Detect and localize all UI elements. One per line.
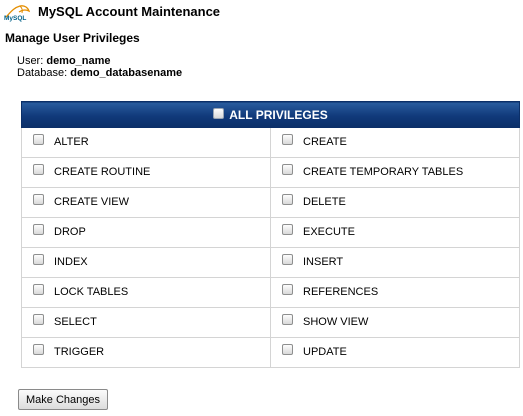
- privilege-row: LOCK TABLES REFERENCES: [21, 277, 520, 308]
- privilege-cell: INDEX: [21, 247, 271, 278]
- privilege-label: ALTER: [54, 136, 89, 149]
- all-privileges-header: ALL PRIVILEGES: [21, 101, 520, 128]
- privilege-row: CREATE ROUTINE CREATE TEMPORARY TABLES: [21, 157, 520, 188]
- user-label: User:: [17, 55, 44, 67]
- privilege-row: ALTER CREATE: [21, 127, 520, 158]
- privilege-cell: TRIGGER: [21, 337, 271, 368]
- privilege-checkbox[interactable]: [33, 254, 44, 266]
- privilege-cell: CREATE VIEW: [21, 187, 271, 218]
- privilege-cell: REFERENCES: [270, 277, 520, 308]
- privilege-label: INDEX: [54, 256, 88, 269]
- privilege-cell: CREATE TEMPORARY TABLES: [270, 157, 520, 188]
- logo-text: MySQL: [4, 15, 26, 22]
- privilege-checkbox[interactable]: [282, 314, 293, 326]
- privileges-header-row: ALL PRIVILEGES: [21, 101, 520, 128]
- privilege-cell: INSERT: [270, 247, 520, 278]
- privileges-table: ALL PRIVILEGES ALTER CREATE CREATE ROUTI…: [21, 101, 520, 368]
- privilege-label: EXECUTE: [303, 226, 355, 239]
- privilege-label: UPDATE: [303, 346, 347, 359]
- make-changes-button[interactable]: Make Changes: [18, 389, 108, 410]
- privilege-cell: UPDATE: [270, 337, 520, 368]
- privilege-checkbox[interactable]: [33, 344, 44, 356]
- app-title: MySQL Account Maintenance: [38, 4, 221, 19]
- privileges-table-wrapper: ALL PRIVILEGES ALTER CREATE CREATE ROUTI…: [21, 101, 520, 368]
- page-title: Manage User Privileges: [5, 31, 140, 45]
- privilege-cell: CREATE: [270, 127, 520, 158]
- privilege-row: TRIGGER UPDATE: [21, 337, 520, 368]
- privilege-cell: EXECUTE: [270, 217, 520, 248]
- mysql-logo-icon: MySQL: [4, 5, 31, 22]
- database-label: Database:: [17, 67, 68, 79]
- all-privileges-label: ALL PRIVILEGES: [229, 107, 328, 122]
- privilege-label: REFERENCES: [303, 286, 379, 299]
- privilege-label: CREATE TEMPORARY TABLES: [303, 166, 464, 179]
- privilege-label: CREATE VIEW: [54, 196, 129, 209]
- privilege-checkbox[interactable]: [282, 284, 293, 296]
- privilege-checkbox[interactable]: [282, 344, 293, 356]
- privilege-cell: LOCK TABLES: [21, 277, 271, 308]
- privilege-cell: ALTER: [21, 127, 271, 158]
- database-info: Database: demo_databasename: [17, 67, 182, 80]
- privilege-cell: CREATE ROUTINE: [21, 157, 271, 188]
- privilege-checkbox[interactable]: [33, 164, 44, 176]
- privilege-checkbox[interactable]: [33, 314, 44, 326]
- all-privileges-checkbox[interactable]: [213, 108, 225, 120]
- privilege-label: DROP: [54, 226, 86, 239]
- privilege-label: CREATE ROUTINE: [54, 166, 151, 179]
- privilege-checkbox[interactable]: [33, 194, 44, 206]
- user-value: demo_name: [46, 55, 111, 67]
- privilege-checkbox[interactable]: [33, 284, 44, 296]
- database-value: demo_databasename: [70, 67, 183, 79]
- privilege-label: TRIGGER: [54, 346, 105, 359]
- privilege-checkbox[interactable]: [282, 164, 293, 176]
- privilege-checkbox[interactable]: [282, 194, 293, 206]
- privilege-cell: DELETE: [270, 187, 520, 218]
- privilege-row: INDEX INSERT: [21, 247, 520, 278]
- privilege-checkbox[interactable]: [282, 224, 293, 236]
- privilege-checkbox[interactable]: [33, 134, 44, 146]
- privilege-row: SELECT SHOW VIEW: [21, 307, 520, 338]
- privilege-row: DROP EXECUTE: [21, 217, 520, 248]
- privilege-checkbox[interactable]: [33, 224, 44, 236]
- privilege-cell: DROP: [21, 217, 271, 248]
- privilege-cell: SELECT: [21, 307, 271, 338]
- privilege-checkbox[interactable]: [282, 134, 293, 146]
- privilege-label: SELECT: [54, 316, 97, 329]
- privilege-label: DELETE: [303, 196, 346, 209]
- privilege-label: CREATE: [303, 136, 347, 149]
- privilege-label: SHOW VIEW: [303, 316, 369, 329]
- privilege-label: INSERT: [303, 256, 344, 269]
- privilege-row: CREATE VIEW DELETE: [21, 187, 520, 218]
- privilege-checkbox[interactable]: [282, 254, 293, 266]
- privilege-label: LOCK TABLES: [54, 286, 129, 299]
- privilege-cell: SHOW VIEW: [270, 307, 520, 338]
